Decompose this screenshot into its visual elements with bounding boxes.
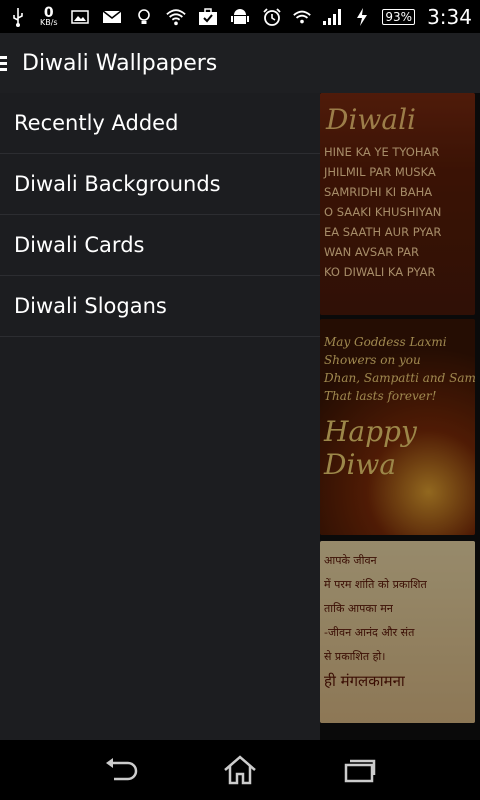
battery-level: 93% xyxy=(382,8,416,25)
dim-overlay xyxy=(320,93,475,315)
wallpaper-card[interactable]: आपके जीवन में परम शांति को प्रकाशित ताकि… xyxy=(320,541,475,723)
drawer-item-recently-added[interactable]: Recently Added xyxy=(0,93,320,154)
network-speed: 0 KB/s xyxy=(40,6,58,28)
wallpaper-card[interactable]: Diwali HINE KA YE TYOHAR JHILMIL PAR MUS… xyxy=(320,93,475,315)
bulb-icon xyxy=(134,7,154,27)
charging-icon xyxy=(352,7,372,27)
drawer-item-diwali-slogans[interactable]: Diwali Slogans xyxy=(0,276,320,337)
system-nav-bar xyxy=(0,740,480,800)
status-bar: 0 KB/s 93% 3:34 xyxy=(0,0,480,33)
recent-apps-icon[interactable] xyxy=(338,748,382,792)
wallpaper-list: Diwali HINE KA YE TYOHAR JHILMIL PAR MUS… xyxy=(320,93,480,740)
hotspot-icon xyxy=(292,7,312,27)
drawer-item-diwali-cards[interactable]: Diwali Cards xyxy=(0,215,320,276)
clock: 3:34 xyxy=(427,4,472,29)
wallpaper-card[interactable]: May Goddess Laxmi Showers on you Dhan, S… xyxy=(320,319,475,535)
drawer-item-diwali-backgrounds[interactable]: Diwali Backgrounds xyxy=(0,154,320,215)
speed-unit: KB/s xyxy=(40,18,58,28)
dim-overlay xyxy=(320,319,475,535)
back-icon[interactable] xyxy=(98,748,142,792)
home-icon[interactable] xyxy=(218,748,262,792)
signal-icon xyxy=(322,7,342,27)
alarm-icon xyxy=(262,7,282,27)
app-title: Diwali Wallpapers xyxy=(22,50,218,76)
dim-overlay xyxy=(320,541,475,723)
drawer-toggle-icon[interactable] xyxy=(0,55,10,71)
usb-icon xyxy=(8,7,28,27)
android-icon xyxy=(230,7,250,27)
wifi-icon xyxy=(165,7,186,27)
image-icon xyxy=(70,7,90,27)
app-bar: Diwali Wallpapers xyxy=(0,33,480,93)
mail-icon xyxy=(102,7,122,27)
briefcase-icon xyxy=(198,7,218,27)
navigation-drawer: Recently Added Diwali Backgrounds Diwali… xyxy=(0,93,320,740)
